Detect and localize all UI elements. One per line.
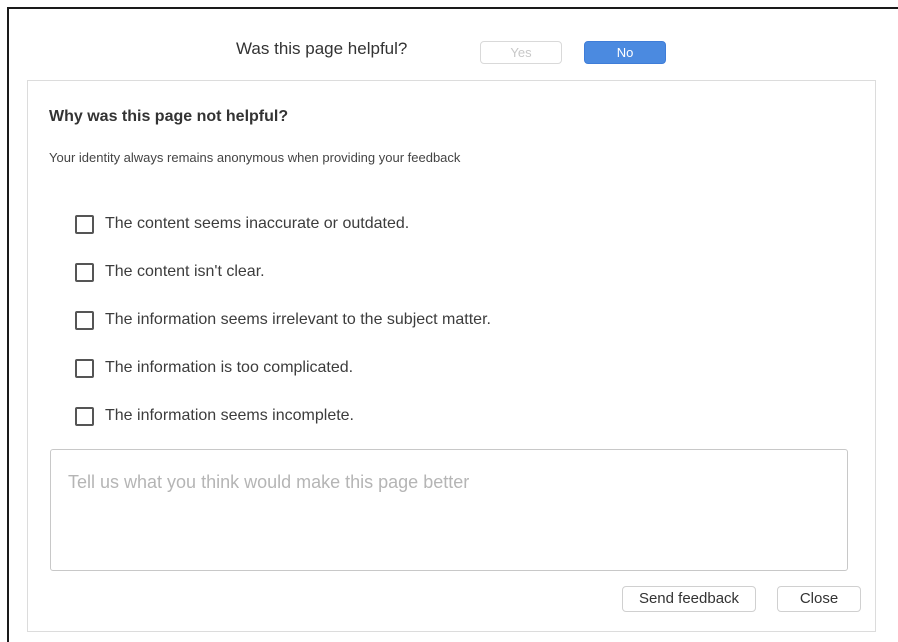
option-label: The content seems inaccurate or outdated… [105, 215, 410, 232]
option-inaccurate[interactable]: The content seems inaccurate or outdated… [75, 213, 409, 235]
option-unclear[interactable]: The content isn't clear. [75, 261, 265, 283]
feedback-widget: Was this page helpful? Yes No Why was th… [7, 7, 898, 642]
option-irrelevant[interactable]: The information seems irrelevant to the … [75, 309, 491, 331]
yes-button[interactable]: Yes [480, 41, 562, 64]
option-complicated[interactable]: The information is too complicated. [75, 357, 353, 379]
send-feedback-button[interactable]: Send feedback [622, 586, 756, 612]
option-incomplete[interactable]: The information seems incomplete. [75, 405, 354, 427]
anonymity-note: Your identity always remains anonymous w… [49, 150, 461, 165]
option-label: The information seems irrelevant to the … [105, 311, 491, 328]
helpful-bar: Was this page helpful? Yes No [9, 29, 898, 65]
checkbox[interactable] [75, 406, 94, 426]
comment-textarea[interactable] [50, 449, 848, 571]
checkbox[interactable] [75, 310, 94, 330]
checkbox[interactable] [75, 214, 94, 234]
close-button[interactable]: Close [777, 586, 861, 612]
option-label: The content isn't clear. [105, 263, 265, 280]
feedback-panel: Why was this page not helpful? Your iden… [27, 80, 876, 632]
checkbox[interactable] [75, 262, 94, 282]
option-label: The information is too complicated. [105, 359, 354, 376]
no-button[interactable]: No [584, 41, 666, 64]
option-label: The information seems incomplete. [105, 407, 354, 424]
helpful-question: Was this page helpful? [236, 39, 408, 58]
checkbox[interactable] [75, 358, 94, 378]
panel-title: Why was this page not helpful? [49, 108, 289, 125]
